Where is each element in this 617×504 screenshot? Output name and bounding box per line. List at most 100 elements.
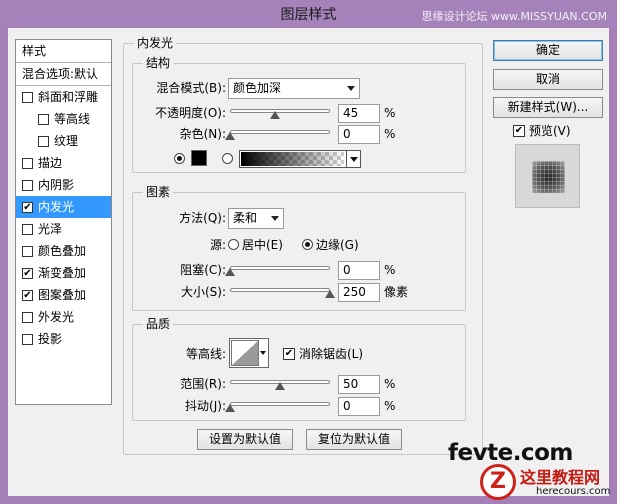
jitter-input[interactable]: 0 [338, 397, 380, 416]
style-item-checkbox[interactable] [38, 114, 49, 125]
contour-curve-icon [231, 340, 259, 366]
chevron-down-icon [271, 216, 279, 221]
style-item[interactable]: ✔ 渐变叠加 [16, 262, 111, 284]
style-item-checkbox[interactable] [22, 92, 33, 103]
site-badge-icon: Z [480, 464, 516, 500]
style-item-checkbox[interactable] [22, 334, 33, 345]
technique-label: 方法(Q): [179, 211, 226, 225]
style-item[interactable]: 内阴影 [16, 174, 111, 196]
noise-input[interactable]: 0 [338, 125, 380, 144]
range-input[interactable]: 50 [338, 375, 380, 394]
site-name: 这里教程网 [520, 468, 601, 487]
chevron-down-icon[interactable] [346, 151, 360, 167]
technique-value: 柔和 [233, 211, 258, 225]
style-item[interactable]: 等高线 [16, 108, 111, 130]
choke-label: 阻塞(C): [180, 263, 226, 277]
source-edge-radio[interactable] [302, 239, 313, 250]
inner-glow-title: 内发光 [134, 36, 177, 50]
make-default-button[interactable]: 设置为默认值 [197, 429, 293, 450]
blend-mode-label: 混合模式(B): [156, 81, 226, 95]
style-item-checkbox[interactable]: ✔ [22, 268, 33, 279]
gradient-picker[interactable] [239, 150, 361, 168]
slider-track [230, 402, 330, 406]
gradient-preview [241, 152, 344, 166]
herecours-logo: Z 这里教程网 herecours.com [480, 462, 617, 504]
noise-slider[interactable] [225, 127, 330, 140]
glow-color-swatch[interactable] [191, 150, 207, 166]
jitter-slider[interactable] [225, 399, 330, 412]
title-bar: 图层样式 思缘设计论坛 www.MISSYUAN.COM [0, 0, 617, 28]
quality-title: 品质 [143, 317, 174, 331]
style-item-label: 颜色叠加 [38, 244, 87, 258]
blend-options-item[interactable]: 混合选项:默认 [16, 63, 111, 85]
size-slider[interactable] [230, 285, 335, 298]
range-slider[interactable] [230, 377, 330, 390]
chevron-down-icon[interactable] [260, 351, 266, 355]
contour-picker[interactable] [229, 338, 269, 368]
contour-label: 等高线: [185, 347, 226, 361]
slider-track [230, 288, 330, 292]
preview-label[interactable]: 预览(V) [529, 121, 571, 141]
ok-button[interactable]: 确定 [493, 40, 603, 61]
style-item-checkbox[interactable] [22, 312, 33, 323]
choke-input[interactable]: 0 [338, 261, 380, 280]
slider-thumb[interactable] [225, 268, 235, 276]
noise-unit: % [384, 127, 396, 141]
choke-unit: % [384, 263, 396, 277]
style-item[interactable]: 纹理 [16, 130, 111, 152]
source-center-radio[interactable] [228, 239, 239, 250]
source-label: 源: [209, 238, 226, 252]
style-item[interactable]: 外发光 [16, 306, 111, 328]
technique-select[interactable]: 柔和 [228, 208, 284, 229]
cancel-button[interactable]: 取消 [493, 69, 603, 90]
range-unit: % [384, 377, 396, 391]
solid-color-radio[interactable] [174, 153, 185, 164]
source-center-label[interactable]: 居中(E) [242, 235, 283, 255]
style-item-checkbox[interactable] [22, 180, 33, 191]
antialias-label[interactable]: 消除锯齿(L) [299, 344, 363, 364]
preview-pattern [532, 161, 565, 193]
blend-mode-select[interactable]: 颜色加深 [228, 78, 360, 99]
style-list-header[interactable]: 样式 [16, 40, 111, 62]
style-item[interactable]: ✔ 内发光 [16, 196, 111, 218]
slider-thumb[interactable] [225, 404, 235, 412]
reset-default-button[interactable]: 复位为默认值 [306, 429, 402, 450]
slider-thumb[interactable] [325, 290, 335, 298]
antialias-checkbox[interactable]: ✔ [283, 348, 295, 360]
slider-thumb[interactable] [275, 382, 285, 390]
style-item[interactable]: 描边 [16, 152, 111, 174]
style-item[interactable]: 光泽 [16, 218, 111, 240]
style-item-label: 等高线 [54, 112, 91, 126]
style-item-label: 内阴影 [38, 178, 75, 192]
choke-slider[interactable] [225, 263, 330, 276]
style-item-checkbox[interactable] [22, 224, 33, 235]
gradient-radio[interactable] [222, 153, 233, 164]
style-item-checkbox[interactable]: ✔ [22, 290, 33, 301]
slider-thumb[interactable] [225, 132, 235, 140]
style-item[interactable]: 颜色叠加 [16, 240, 111, 262]
preview-checkbox[interactable]: ✔ [513, 125, 525, 137]
style-item-label: 图案叠加 [38, 288, 87, 302]
source-edge-label[interactable]: 边缘(G) [316, 235, 359, 255]
style-item-label: 纹理 [54, 134, 79, 148]
style-item-checkbox[interactable] [22, 246, 33, 257]
style-item[interactable]: 投影 [16, 328, 111, 350]
style-item[interactable]: ✔ 图案叠加 [16, 284, 111, 306]
new-style-button[interactable]: 新建样式(W)... [493, 97, 603, 118]
range-label: 范围(R): [180, 377, 226, 391]
style-item-label: 斜面和浮雕 [38, 90, 99, 104]
size-label: 大小(S): [180, 285, 226, 299]
style-item[interactable]: 斜面和浮雕 [16, 86, 111, 108]
style-item-label: 渐变叠加 [38, 266, 87, 280]
style-item-checkbox[interactable] [22, 158, 33, 169]
style-item-checkbox[interactable]: ✔ [22, 202, 33, 213]
opacity-slider[interactable] [230, 106, 330, 119]
style-item-checkbox[interactable] [38, 136, 49, 147]
preview-thumbnail [515, 144, 580, 208]
watermark-text: 思缘设计论坛 www.MISSYUAN.COM [421, 10, 607, 23]
size-input[interactable]: 250 [338, 283, 380, 302]
slider-thumb[interactable] [270, 111, 280, 119]
size-unit: 像素 [384, 285, 409, 299]
style-list: 样式 混合选项:默认 斜面和浮雕等高线纹理描边内阴影 ✔ 内发光 光泽颜色叠加 ✔ 渐变叠… [15, 39, 112, 405]
opacity-input[interactable]: 45 [338, 104, 380, 123]
